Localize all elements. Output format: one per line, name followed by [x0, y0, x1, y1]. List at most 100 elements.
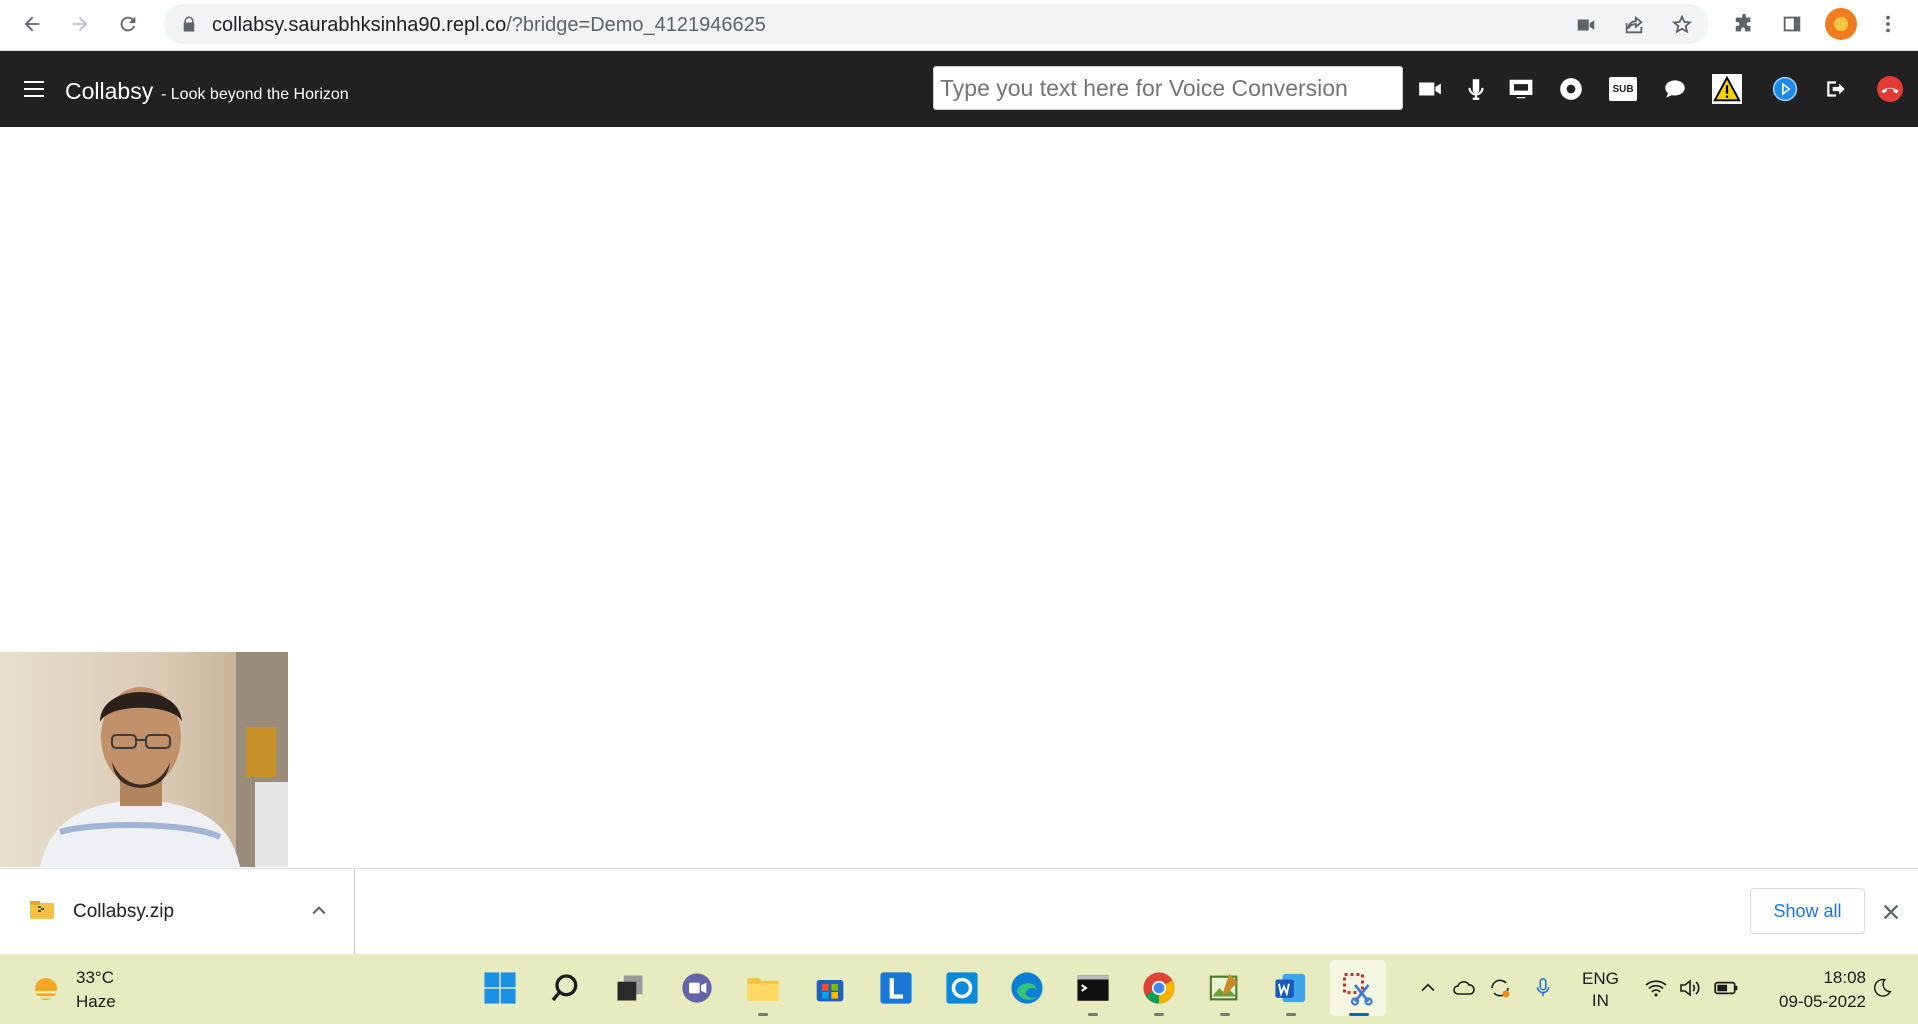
edge-icon: [1011, 972, 1043, 1004]
app-brand[interactable]: Collabsy: [65, 78, 153, 105]
word-icon: [1275, 973, 1306, 1003]
url-text: collabsy.saurabhksinha90.repl.co/?bridge…: [212, 14, 766, 36]
photo-editor-button[interactable]: [1205, 968, 1245, 1016]
clock-time: 18:08: [1823, 968, 1866, 987]
teams-chat-button[interactable]: [677, 968, 717, 1008]
zip-file-icon: [30, 901, 54, 919]
download-item[interactable]: Collabsy.zip: [0, 869, 355, 955]
leave-icon: [1827, 81, 1845, 97]
chat-app-icon: [682, 973, 712, 1003]
microphone-tray-button[interactable]: [1530, 975, 1556, 1001]
end-call-icon: [1877, 76, 1903, 102]
play-icon: [1772, 76, 1798, 102]
app-tagline: - Look beyond the Horizon: [161, 86, 349, 103]
microphone-icon: [1468, 79, 1484, 100]
subtitles-button[interactable]: SUB: [1607, 73, 1639, 105]
close-icon[interactable]: [1880, 901, 1902, 923]
taskbar: 33°C Haze ENG IN 18:08 09-05-2022: [0, 954, 1918, 1024]
chevron-up-icon[interactable]: [309, 901, 329, 921]
avatar-icon: [1834, 17, 1848, 31]
edge-button[interactable]: [1007, 968, 1047, 1008]
windows-icon: [484, 972, 516, 1004]
snipping-tool-icon: [1343, 973, 1373, 1006]
warning-button[interactable]: [1711, 73, 1743, 105]
microsoft-store-button[interactable]: [810, 968, 850, 1008]
more-vert-icon: [1886, 15, 1890, 33]
l-app-icon: [880, 972, 912, 1004]
weather-description: Haze: [76, 992, 116, 1011]
chrome-icon: [1143, 972, 1175, 1004]
chrome-button[interactable]: [1139, 968, 1179, 1016]
volume-button[interactable]: [1677, 975, 1703, 1001]
chevron-up-icon: [1421, 983, 1435, 992]
region-code: IN: [1591, 991, 1609, 1010]
leave-button[interactable]: [1821, 73, 1853, 105]
participant-video: [0, 652, 288, 867]
microphone-icon: [1536, 978, 1550, 997]
photo-editor-icon: [1209, 973, 1238, 1001]
file-explorer-button[interactable]: [743, 968, 783, 1016]
record-icon: [1560, 78, 1582, 100]
forward-button[interactable]: [64, 8, 96, 40]
side-panel-button[interactable]: [1779, 11, 1805, 37]
clock[interactable]: 18:08 09-05-2022: [1762, 966, 1866, 1014]
snipping-tool-button[interactable]: [1330, 960, 1386, 1016]
terminal-icon: [1077, 975, 1109, 1001]
focus-assist-button[interactable]: [1869, 975, 1895, 1001]
wifi-icon: [1645, 980, 1667, 997]
sync-icon: [1491, 979, 1510, 998]
menu-icon[interactable]: [24, 81, 44, 97]
show-hidden-icons-button[interactable]: [1415, 975, 1441, 1001]
voice-conversion-input[interactable]: [933, 66, 1403, 110]
input-language[interactable]: ENG IN: [1582, 968, 1619, 1012]
folder-icon: [747, 978, 779, 1001]
end-call-button[interactable]: [1874, 73, 1906, 105]
terminal-button[interactable]: [1073, 968, 1113, 1016]
browser-toolbar: collabsy.saurabhksinha90.repl.co/?bridge…: [0, 0, 1918, 51]
chat-icon: [1665, 80, 1685, 98]
weather-temperature: 33°C: [76, 968, 114, 987]
start-button[interactable]: [480, 968, 520, 1008]
download-shelf: Collabsy.zip Show all: [0, 868, 1918, 955]
cortana-button[interactable]: [942, 968, 982, 1008]
reload-icon: [120, 16, 136, 32]
screen-share-icon: [1509, 79, 1533, 99]
chat-button[interactable]: [1659, 73, 1691, 105]
record-button[interactable]: [1555, 73, 1587, 105]
menu-button[interactable]: [1875, 11, 1901, 37]
battery-icon: [1714, 981, 1738, 995]
cloud-icon: [1453, 981, 1475, 995]
sync-button[interactable]: [1487, 975, 1513, 1001]
warning-icon: [1712, 74, 1742, 104]
battery-button[interactable]: [1713, 975, 1739, 1001]
store-icon: [816, 980, 844, 1002]
puzzle-icon: [1735, 13, 1751, 32]
mic-toggle-button[interactable]: [1460, 73, 1492, 105]
side-panel-icon: [1783, 16, 1801, 32]
reload-button[interactable]: [112, 8, 144, 40]
app-header: Collabsy - Look beyond the Horizon SUB: [0, 51, 1918, 127]
show-all-button[interactable]: Show all: [1750, 888, 1865, 934]
haze-weather-icon[interactable]: [30, 975, 62, 1005]
forward-arrow-icon: [72, 16, 88, 32]
extensions-button[interactable]: [1731, 11, 1757, 37]
back-button[interactable]: [16, 8, 48, 40]
video-toggle-button[interactable]: [1414, 73, 1446, 105]
screen-share-button[interactable]: [1505, 73, 1537, 105]
word-button[interactable]: [1271, 968, 1311, 1016]
task-view-button[interactable]: [610, 968, 650, 1008]
local-video-tile: [0, 652, 288, 867]
bookmark-star-icon[interactable]: [1671, 14, 1693, 36]
moon-icon: [1874, 978, 1892, 997]
l-app-button[interactable]: [876, 968, 916, 1008]
profile-avatar[interactable]: [1825, 8, 1857, 40]
address-bar[interactable]: collabsy.saurabhksinha90.repl.co/?bridge…: [164, 4, 1709, 44]
play-button[interactable]: [1769, 73, 1801, 105]
camera-in-use-icon[interactable]: [1575, 14, 1597, 36]
search-button[interactable]: [545, 968, 585, 1008]
video-camera-icon: [1419, 82, 1441, 96]
onedrive-button[interactable]: [1451, 975, 1477, 1001]
language-code: ENG: [1582, 969, 1619, 988]
share-icon[interactable]: [1623, 14, 1645, 36]
wifi-button[interactable]: [1643, 975, 1669, 1001]
